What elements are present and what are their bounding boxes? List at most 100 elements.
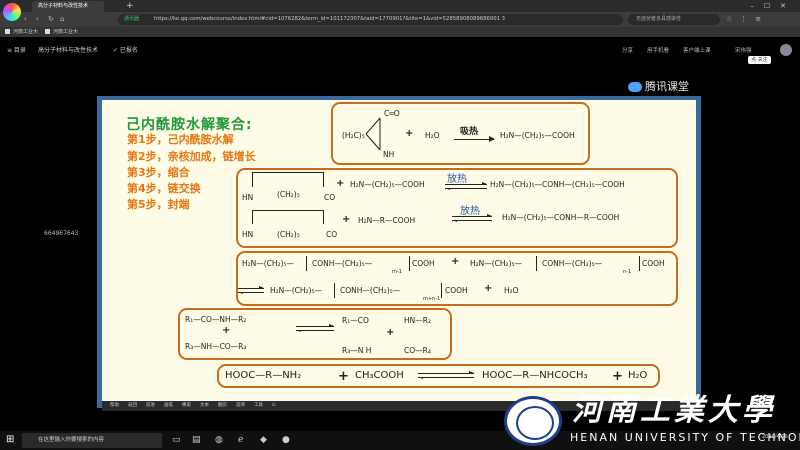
- repeat-unit: CONH—(CH₂)₅—: [542, 259, 603, 268]
- course-title: 高分子材料与改性技术: [38, 47, 99, 54]
- power-icon[interactable]: ⏻: [272, 401, 276, 411]
- chain-start: H₂N—(CH₂)₅—: [470, 259, 522, 268]
- reactant: HOOC—R—NH₂: [225, 370, 302, 381]
- ring-hn: HN: [242, 230, 254, 239]
- toolbar-button[interactable]: 前进: [146, 401, 155, 411]
- fragment-acyl: CO—R₄: [404, 346, 431, 355]
- ring-nh: NH: [383, 150, 395, 159]
- plus-sign: +: [612, 369, 623, 384]
- follow-button[interactable]: 点·关注: [748, 56, 771, 64]
- product: H₂N—(CH₂)₅—CONH—(CH₂)₅—COOH: [490, 180, 625, 189]
- share-button[interactable]: 分享: [622, 47, 633, 55]
- toolbar-button[interactable]: 画笔: [164, 401, 173, 411]
- ring-chain: (CH₂)₅: [277, 190, 300, 199]
- plus-sign: +: [336, 178, 345, 189]
- browser-taskbar-icon[interactable]: ◍: [215, 435, 223, 446]
- product: H₂N—(CH₂)₅—CONH—R—COOH: [502, 213, 620, 222]
- tab-course[interactable]: 高分子材料与改性技术×: [32, 1, 104, 20]
- secure-badge: 通讯器: [124, 16, 140, 22]
- bookmark-icon: [5, 29, 10, 34]
- course-header: ≡ 目录 高分子材料与改性技术 ✓ 已报名 分享 用手机看 客户端上课 宋伟强: [0, 37, 800, 65]
- app-icon[interactable]: ●: [282, 435, 290, 446]
- home-button[interactable]: ⌂: [60, 14, 64, 25]
- plus-sign: +: [484, 283, 493, 294]
- plus-sign: +: [451, 256, 460, 267]
- equilibrium-arrow: [296, 324, 334, 332]
- toolbar-icons[interactable]: ☆⋮≡: [726, 14, 769, 25]
- address-bar: ‹ › ↻ ⌂ 通讯器 https://ke.qq.com/webcourse/…: [0, 12, 800, 27]
- aminocaproic-acid: H₂N—(CH₂)₅—COOH: [500, 131, 575, 140]
- chain-start: H₂N—(CH₂)₅—: [270, 286, 322, 295]
- toolbar-button[interactable]: 帮助: [110, 401, 119, 411]
- browser-logo-icon[interactable]: [3, 3, 21, 21]
- exothermic-label: 放热: [460, 206, 480, 217]
- step-item: 第1步，己内酰胺水解: [127, 133, 234, 146]
- product: HOOC—R—NHCOCH₃: [482, 370, 588, 381]
- bookmark-item[interactable]: 河南工业大: [5, 27, 38, 37]
- catalog-button[interactable]: ≡ 目录: [7, 47, 26, 55]
- tencent-icon: [628, 82, 642, 92]
- repeat-count: m-1: [392, 269, 402, 275]
- reaction-arrow: [454, 136, 495, 142]
- equilibrium-arrow: [445, 182, 487, 190]
- plus-sign: +: [386, 327, 395, 338]
- task-view-icon[interactable]: ▭: [172, 435, 181, 446]
- equilibrium-arrow: [418, 371, 474, 379]
- repeat-count: m+n-1: [423, 296, 441, 302]
- tencent-brand: 腾讯课堂: [645, 80, 689, 93]
- acetic-acid: CH₃COOH: [355, 370, 404, 381]
- chain-end: COOH: [445, 286, 468, 295]
- amide-b: R₃—NH—CO—R₄: [185, 342, 247, 351]
- toolbar-button[interactable]: 返回: [128, 401, 137, 411]
- file-explorer-icon[interactable]: ▤: [192, 435, 201, 446]
- toolbar-button[interactable]: 文本: [200, 401, 209, 411]
- watch-on-phone-button[interactable]: 用手机看: [647, 47, 669, 55]
- url-input[interactable]: 通讯器 https://ke.qq.com/webcourse/index.ht…: [118, 14, 623, 25]
- fragment-amine: R₃—N H: [342, 346, 372, 355]
- step-item: 第5步，封端: [127, 198, 190, 211]
- ring-chain: (H₂C)₅: [342, 131, 365, 140]
- chain-start: H₂N—(CH₂)₅—: [242, 259, 294, 268]
- client-button[interactable]: 客户端上课: [683, 47, 711, 55]
- edge-icon[interactable]: ℯ: [238, 435, 243, 446]
- bookmark-item[interactable]: 河南工业大: [45, 27, 78, 37]
- ring-co: CO: [324, 193, 336, 202]
- university-seal-icon: [504, 396, 562, 446]
- start-icon[interactable]: ⊞: [6, 434, 14, 445]
- viewer-watermark: 664967643: [44, 230, 79, 237]
- new-tab-button[interactable]: +: [126, 1, 134, 11]
- ring-bond: [252, 172, 324, 187]
- toolbar-button[interactable]: 工具: [254, 401, 263, 411]
- avatar[interactable]: [780, 44, 792, 56]
- university-name-zh: 河南工業大學: [572, 393, 776, 428]
- ring-hn: HN: [242, 193, 254, 202]
- plus-sign: +: [338, 369, 349, 384]
- toolbar-button[interactable]: 橡皮: [182, 401, 191, 411]
- taskbar-search-input[interactable]: 在这里输入你要搜索的内容: [22, 433, 162, 448]
- ring-co: CO: [326, 230, 338, 239]
- endothermic-label: 吸热: [460, 127, 479, 137]
- slide-title: 己内酰胺水解聚合:: [126, 117, 253, 133]
- plus-sign: +: [342, 214, 351, 225]
- step-item: 第3步，缩合: [127, 166, 190, 179]
- repeat-count: n-1: [623, 269, 632, 275]
- search-input[interactable]: 无症状者多具感染性: [628, 14, 720, 25]
- fragment-amine: HN—R₂: [404, 316, 431, 325]
- repeat-unit: CONH—(CH₂)₅—: [312, 259, 373, 268]
- enrolled-badge: ✓ 已报名: [113, 47, 138, 54]
- forward-button[interactable]: ›: [36, 14, 39, 25]
- window-controls[interactable]: –☐✕: [750, 0, 796, 12]
- app-icon[interactable]: ◆: [260, 435, 267, 446]
- repeat-unit: CONH—(CH₂)₅—: [340, 286, 401, 295]
- url-text: https://ke.qq.com/webcourse/index.html#c…: [154, 16, 506, 22]
- chain-end: COOH: [412, 259, 435, 268]
- toolbar-button[interactable]: 选项: [236, 401, 245, 411]
- plus-sign: +: [405, 128, 414, 139]
- tab-title: 高分子材料与改性技术: [38, 3, 89, 9]
- back-button[interactable]: ‹: [24, 14, 27, 25]
- step-item: 第4步，链交换: [127, 182, 201, 195]
- reload-button[interactable]: ↻: [48, 14, 54, 25]
- toolbar-button[interactable]: 翻页: [218, 401, 227, 411]
- reagent: H₂N—R—COOH: [358, 216, 416, 225]
- equilibrium-arrow: [238, 286, 264, 294]
